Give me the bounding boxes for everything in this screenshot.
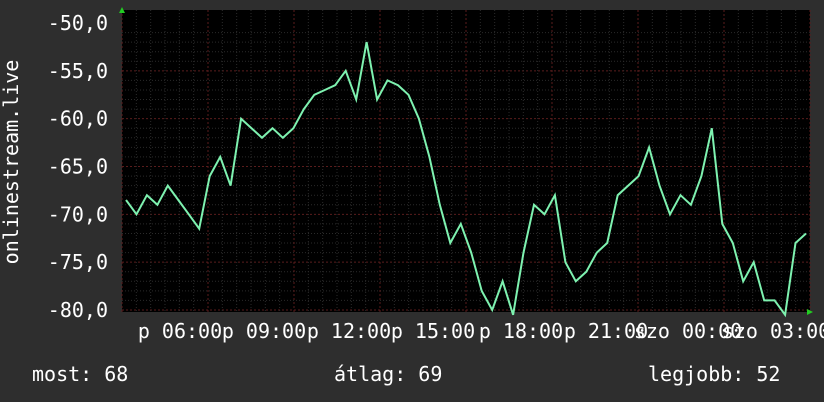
- x-tick-label: p 18:00: [479, 319, 563, 343]
- y-tick-label: -75,0: [48, 250, 108, 274]
- x-tick-label: p 09:00: [222, 319, 306, 343]
- stat-current: most: 68: [32, 362, 129, 386]
- x-tick-label: p 15:00: [391, 319, 475, 343]
- stat-average: átlag: 69: [334, 362, 443, 386]
- stat-best: legjobb: 52: [648, 362, 781, 386]
- y-tick-label: -70,0: [48, 202, 108, 226]
- x-tick-label: p 06:00: [138, 319, 222, 343]
- chart: -50,0 -55,0 -60,0 -65,0 -70,0 -75,0 -80,0 p 06…: [0, 7, 824, 343]
- x-tick-label: szo 03:00: [722, 319, 824, 343]
- y-axis-label: onlinestream.live: [0, 60, 23, 265]
- y-tick-label: -80,0: [48, 298, 108, 322]
- y-tick-label: -50,0: [48, 11, 108, 35]
- x-tick-labels: p 06:00 p 09:00 p 12:00 p 15:00 p 18:00 p 21:…: [138, 319, 824, 343]
- y-tick-label: -65,0: [48, 155, 108, 179]
- y-tick-label: -55,0: [48, 59, 108, 83]
- y-tick-label: -60,0: [48, 107, 108, 131]
- y-tick-labels: -50,0 -55,0 -60,0 -65,0 -70,0 -75,0 -80,0: [48, 11, 108, 322]
- x-tick-label: p 12:00: [307, 319, 391, 343]
